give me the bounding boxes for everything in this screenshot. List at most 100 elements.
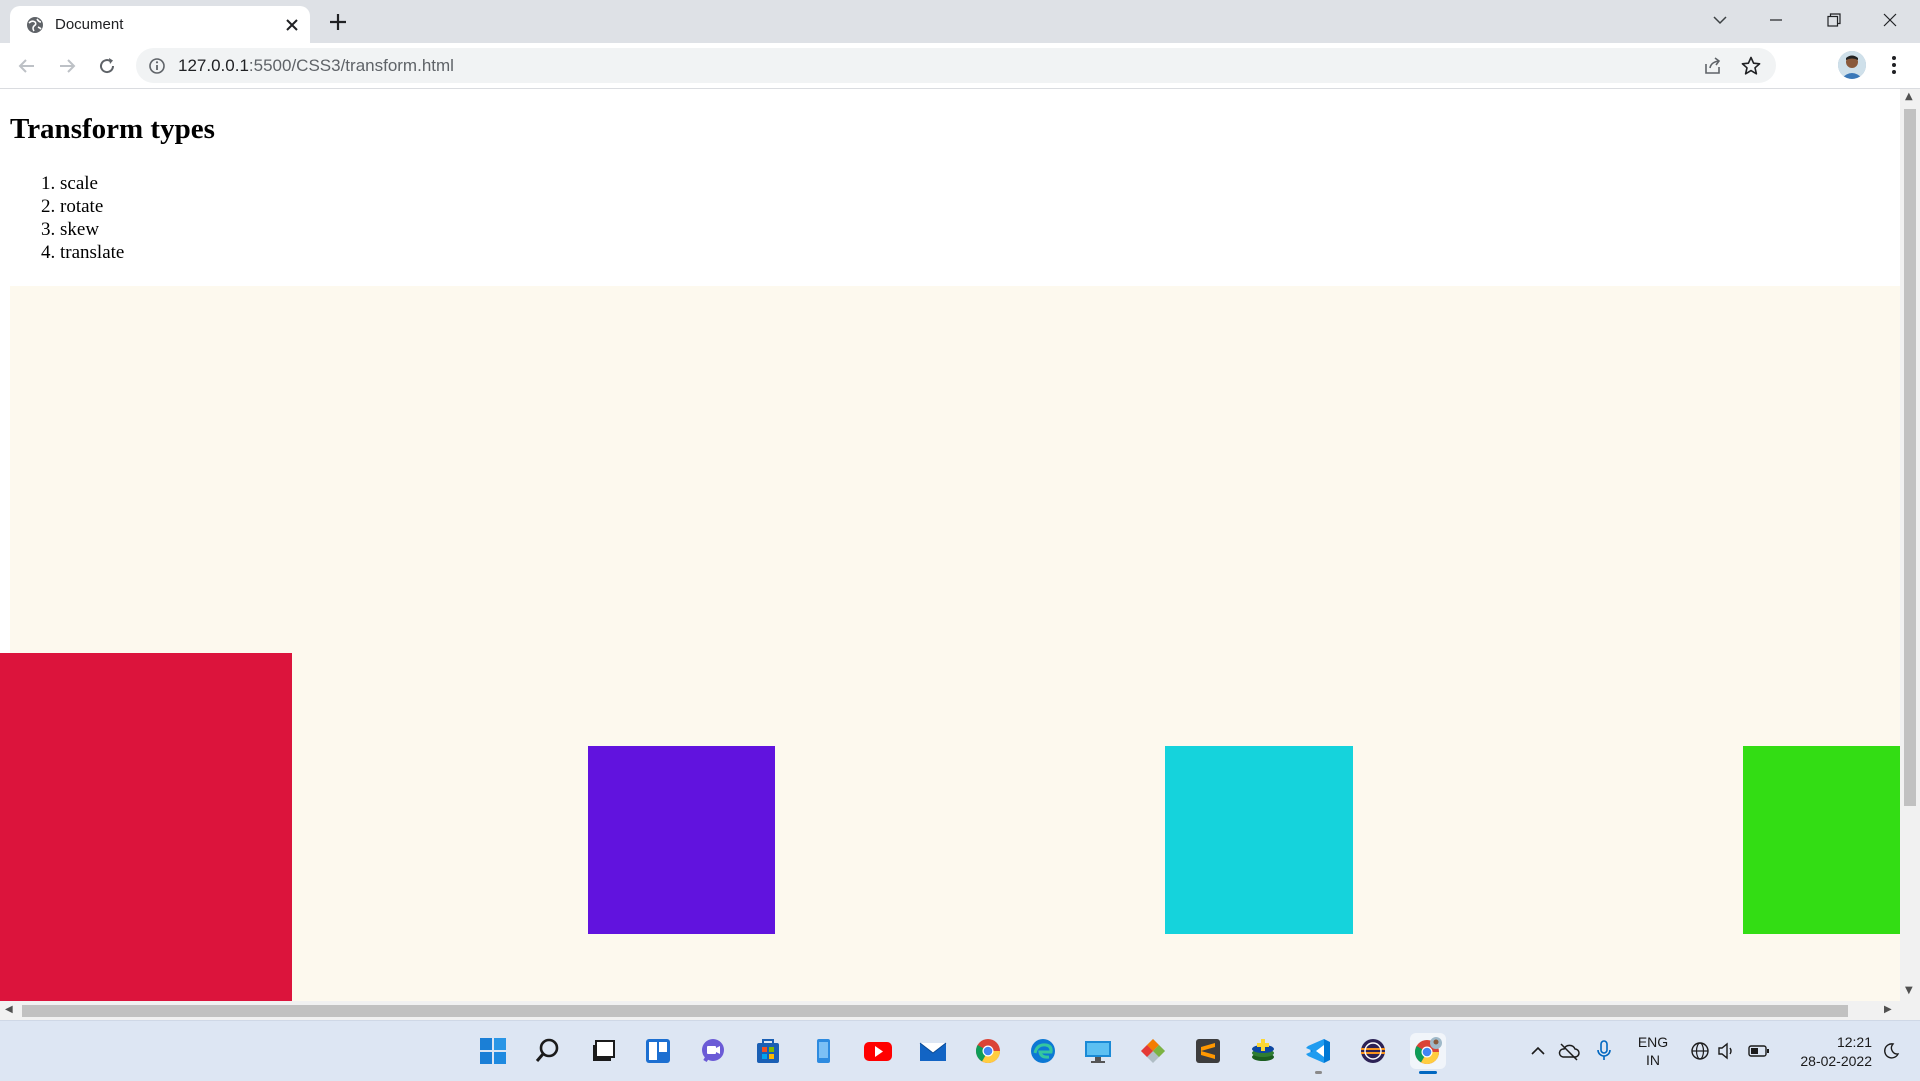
translate-box [1743,746,1900,934]
windows-start-icon [480,1038,506,1064]
more-menu-icon[interactable] [1882,53,1906,77]
clock-date: 28-02-2022 [1800,1053,1872,1069]
clock[interactable]: 12:21 28-02-2022 [1782,1033,1872,1071]
language-code: ENG [1637,1034,1669,1050]
skew-box [1165,746,1353,934]
url-host: 127.0.0.1 [178,56,249,75]
close-window-button[interactable] [1862,0,1918,40]
tab-search-button[interactable] [1692,0,1748,40]
teams-chat-button[interactable] [695,1033,731,1069]
forward-button[interactable] [52,51,82,81]
arrow-right-icon [60,59,76,73]
scroll-up-arrow-icon[interactable]: ▲ [1905,91,1913,102]
running-indicator [1315,1071,1322,1074]
sourcetree-button[interactable] [1135,1033,1171,1069]
new-tab-icon[interactable] [326,10,350,34]
back-button[interactable] [12,51,42,81]
minimize-icon [1770,19,1782,21]
installer-button[interactable] [1245,1033,1281,1069]
taskbar-search[interactable] [530,1033,566,1069]
store-button[interactable] [750,1033,786,1069]
list-item: rotate [60,195,124,218]
list-item: translate [60,241,124,264]
page-viewport: Transform types scale rotate skew transl… [0,89,1900,1001]
info-icon[interactable] [148,57,166,75]
reload-button[interactable] [92,51,122,81]
close-tab-icon[interactable] [282,15,302,35]
restore-icon [1827,13,1841,27]
transform-types-list: scale rotate skew translate [40,172,124,264]
page-heading: Transform types [10,113,215,145]
demo-area [0,286,1900,1001]
focus-moon-icon[interactable] [1882,1042,1900,1060]
start-button[interactable] [475,1033,511,1069]
vscode-icon [1306,1039,1330,1063]
user-avatar-icon [1838,51,1866,79]
git-diamond-icon [1141,1039,1165,1063]
battery-icon[interactable] [1748,1043,1770,1059]
scroll-right-arrow-icon[interactable]: ▶ [1884,1004,1892,1015]
mail-icon [919,1042,947,1061]
vertical-scrollbar[interactable]: ▲ ▼ [1900,89,1920,1001]
chat-icon [702,1039,724,1063]
close-icon [1883,13,1897,27]
url-text[interactable]: 127.0.0.1:5500/CSS3/transform.html [178,56,454,76]
globe-icon [27,17,43,33]
youtube-button[interactable] [860,1033,896,1069]
restore-button[interactable] [1806,0,1862,40]
scroll-left-arrow-icon[interactable]: ◀ [5,1004,13,1015]
store-icon [757,1039,779,1063]
sublime-icon [1196,1039,1220,1063]
search-icon [535,1038,559,1062]
chevron-down-icon [1713,16,1727,25]
url-path: :5500/CSS3/transform.html [248,56,454,75]
clock-time: 12:21 [1836,1034,1872,1050]
input-language-indicator[interactable]: ENG IN [1632,1033,1674,1069]
vscode-button[interactable] [1300,1033,1336,1069]
phone-icon [817,1039,830,1063]
region-code: IN [1646,1052,1660,1068]
share-icon[interactable] [1702,55,1724,77]
browser-toolbar: 127.0.0.1:5500/CSS3/transform.html [0,43,1920,89]
horizontal-scroll-thumb[interactable] [22,1005,1848,1017]
edge-button[interactable] [1025,1033,1061,1069]
scroll-down-arrow-icon[interactable]: ▼ [1905,985,1913,996]
microphone-icon[interactable] [1596,1040,1612,1062]
remote-desktop-button[interactable] [1080,1033,1116,1069]
task-view-button[interactable] [585,1033,621,1069]
widgets-button[interactable] [640,1033,676,1069]
address-bar[interactable]: 127.0.0.1:5500/CSS3/transform.html [136,48,1776,83]
chrome-icon [975,1039,1000,1064]
chrome-button[interactable] [970,1033,1006,1069]
tab-title: Document [55,16,124,33]
file-explorer-button[interactable] [805,1033,841,1069]
minimize-button[interactable] [1748,0,1804,40]
profile-avatar[interactable] [1838,51,1866,79]
active-indicator [1419,1071,1437,1074]
browser-tab[interactable]: Document [10,6,310,43]
scaled-box [0,653,292,1001]
task-view-icon [593,1040,615,1061]
chrome-profile-icon [1414,1037,1442,1065]
network-globe-icon[interactable] [1690,1041,1710,1061]
scrollbar-corner [1900,1001,1920,1020]
list-item: skew [60,218,124,241]
youtube-icon [864,1042,892,1061]
eclipse-button[interactable] [1355,1033,1391,1069]
windows-taskbar: ENG IN 12:21 28-02-2022 [0,1020,1920,1081]
eclipse-icon [1361,1039,1385,1063]
monitor-icon [1085,1041,1111,1063]
widgets-icon [646,1039,670,1063]
onedrive-offline-icon[interactable] [1558,1041,1580,1061]
mail-button[interactable] [915,1033,951,1069]
bookmark-star-icon[interactable] [1740,55,1762,77]
rotate-box [588,746,775,934]
vertical-scroll-thumb[interactable] [1904,109,1916,806]
sublime-text-button[interactable] [1190,1033,1226,1069]
arrow-left-icon [18,59,34,73]
horizontal-scrollbar[interactable]: ◀ ▶ [0,1001,1900,1020]
chrome-profile-button[interactable] [1410,1033,1446,1069]
volume-icon[interactable] [1716,1041,1736,1061]
list-item: scale [60,172,124,195]
chevron-up-icon[interactable] [1530,1043,1546,1059]
